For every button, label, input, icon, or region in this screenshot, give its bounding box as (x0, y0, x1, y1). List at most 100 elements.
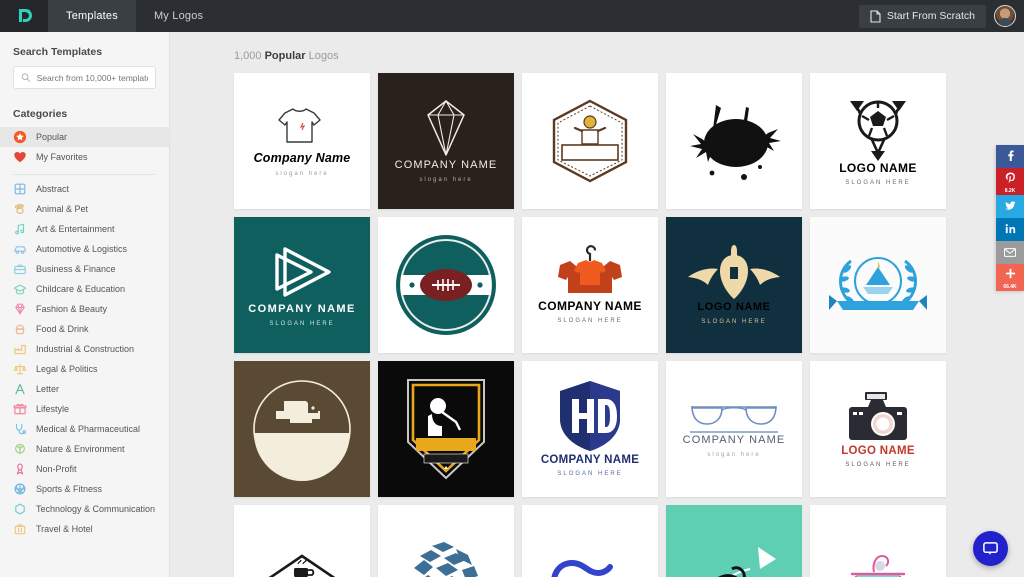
template-card-hexagon-worker-badge[interactable] (522, 73, 658, 209)
template-card-football-circle-badge[interactable] (378, 217, 514, 353)
template-slogan: SLOGAN HERE (701, 319, 767, 326)
template-slogan: slogan here (275, 171, 329, 178)
template-card-blue-swoosh[interactable] (522, 505, 658, 577)
sidebar: Search Templates Categories Popular My (0, 32, 170, 577)
share-email-button[interactable] (996, 241, 1024, 264)
template-card-eyeglasses-line[interactable]: COMPANY NAME slogan here (666, 361, 802, 497)
template-caption: LOGO NAME SLOGAN HERE (839, 161, 917, 188)
template-card-ship-wreath-ribbon[interactable] (810, 217, 946, 353)
sidebar-item-my-favorites[interactable]: My Favorites (0, 147, 169, 167)
sidebar-item-label: Letter (36, 384, 60, 394)
template-grid: Company Name slogan here COMPANY NAME sloga… (170, 73, 1024, 577)
main-content: 1,000 Popular Logos Company Name slogan h… (170, 32, 1024, 577)
template-slogan: SLOGAN HERE (557, 471, 623, 478)
sidebar-item-food-drink[interactable]: Food & Drink (0, 319, 169, 339)
template-artwork (263, 103, 341, 151)
sidebar-item-popular[interactable]: Popular (0, 127, 169, 147)
template-slogan: SLOGAN HERE (269, 321, 335, 328)
sidebar-item-industrial-construction[interactable]: Industrial & Construction (0, 339, 169, 359)
search-box[interactable] (13, 66, 156, 89)
sidebar-item-label: Legal & Politics (36, 364, 98, 374)
search-input[interactable] (36, 72, 148, 83)
search-templates-heading: Search Templates (13, 46, 103, 58)
template-card-camera-red-text[interactable]: LOGO NAME SLOGAN HERE (810, 361, 946, 497)
chat-widget-button[interactable] (973, 531, 1008, 566)
title-suffix: Logos (308, 50, 339, 62)
sidebar-item-label: Food & Drink (36, 324, 89, 334)
sidebar-item-legal-politics[interactable]: Legal & Politics (0, 359, 169, 379)
sidebar-item-sports-fitness[interactable]: Sports & Fitness (0, 479, 169, 499)
template-name: COMPANY NAME (394, 159, 498, 172)
share-facebook-button[interactable] (996, 145, 1024, 168)
sidebar-item-label: Nature & Environment (36, 444, 125, 454)
template-card-ink-splatter-guitar[interactable] (666, 73, 802, 209)
share-linkedin-button[interactable] (996, 218, 1024, 241)
template-artwork (242, 550, 362, 577)
template-card-bathtub-pink[interactable] (810, 505, 946, 577)
sidebar-item-fashion-beauty[interactable]: Fashion & Beauty (0, 299, 169, 319)
facebook-icon (1005, 148, 1016, 166)
template-artwork (542, 98, 638, 184)
template-card-roof-coffee-est[interactable] (234, 505, 370, 577)
car-icon (14, 246, 26, 254)
template-artwork (830, 548, 926, 577)
template-artwork (847, 388, 909, 444)
template-card-teal-kite-card[interactable] (666, 505, 802, 577)
start-from-scratch-button[interactable]: Start From Scratch (858, 4, 986, 28)
template-card-soccer-ball-triangle[interactable]: LOGO NAME SLOGAN HERE (810, 73, 946, 209)
share-more-button[interactable]: 66.4K (996, 264, 1024, 291)
template-card-sewing-machine-circle[interactable] (234, 361, 370, 497)
share-twitter-button[interactable] (996, 195, 1024, 218)
template-artwork (250, 377, 354, 481)
template-name: LOGO NAME (697, 301, 771, 314)
sidebar-item-nature-environment[interactable]: Nature & Environment (0, 439, 169, 459)
cupcake-icon (15, 324, 25, 335)
sidebar-item-letter[interactable]: Letter (0, 379, 169, 399)
sidebar-item-business-finance[interactable]: Business & Finance (0, 259, 169, 279)
sidebar-divider (13, 174, 156, 175)
gift-icon (13, 403, 27, 415)
avatar[interactable] (994, 5, 1016, 27)
search-icon (21, 73, 31, 82)
category-list: Abstract Animal & Pet Art & Entertainment A… (0, 179, 169, 539)
template-card-shirt-hanger-orange[interactable]: COMPANY NAME SLOGAN HERE (522, 217, 658, 353)
template-name: COMPANY NAME (248, 303, 356, 316)
sidebar-item-technology-communication[interactable]: Technology & Communication (0, 499, 169, 519)
sidebar-item-label: Lifestyle (36, 404, 70, 414)
scales-icon (13, 364, 27, 375)
luggage-icon (14, 524, 26, 535)
page-body: Search Templates Categories Popular My (0, 32, 1024, 577)
sidebar-item-label: Medical & Pharmaceutical (36, 424, 141, 434)
template-card-diamond-outline[interactable]: COMPANY NAME slogan here (378, 73, 514, 209)
template-card-microphone-shield[interactable] (378, 361, 514, 497)
sidebar-item-childcare-education[interactable]: Childcare & Education (0, 279, 169, 299)
document-icon (870, 9, 881, 23)
diamond-icon (15, 303, 25, 315)
template-artwork (550, 553, 630, 577)
template-card-spartan-helmet-wings[interactable]: LOGO NAME SLOGAN HERE (666, 217, 802, 353)
sidebar-item-abstract[interactable]: Abstract (0, 179, 169, 199)
template-caption: Company Name slogan here (254, 151, 351, 178)
sidebar-item-automotive-logistics[interactable]: Automotive & Logistics (0, 239, 169, 259)
envelope-icon (1003, 244, 1017, 262)
sidebar-item-medical-pharmaceutical[interactable]: Medical & Pharmaceutical (0, 419, 169, 439)
sidebar-item-animal-pet[interactable]: Animal & Pet (0, 199, 169, 219)
ball-icon (14, 483, 26, 495)
tab-my-logos[interactable]: My Logos (136, 0, 221, 32)
briefcase-icon (14, 264, 26, 275)
sidebar-item-label: My Favorites (36, 152, 88, 162)
share-pinterest-button[interactable]: 8.2K (996, 168, 1024, 195)
template-card-tshirt-sketch[interactable]: Company Name slogan here (234, 73, 370, 209)
sidebar-item-travel-hotel[interactable]: Travel & Hotel (0, 519, 169, 539)
sidebar-item-lifestyle[interactable]: Lifestyle (0, 399, 169, 419)
template-card-play-button-teal[interactable]: COMPANY NAME SLOGAN HERE (234, 217, 370, 353)
template-slogan: SLOGAN HERE (845, 462, 911, 469)
template-card-mosaic-globe-blue[interactable] (378, 505, 514, 577)
template-card-hd-shield-blue[interactable]: COMPANY NAME SLOGAN HERE (522, 361, 658, 497)
template-caption: COMPANY NAME SLOGAN HERE (248, 303, 355, 328)
sidebar-item-non-profit[interactable]: Non-Profit (0, 459, 169, 479)
sidebar-item-art-entertainment[interactable]: Art & Entertainment (0, 219, 169, 239)
plus-icon (1005, 266, 1016, 284)
app-logo[interactable] (0, 0, 48, 32)
tab-templates[interactable]: Templates (48, 0, 136, 32)
